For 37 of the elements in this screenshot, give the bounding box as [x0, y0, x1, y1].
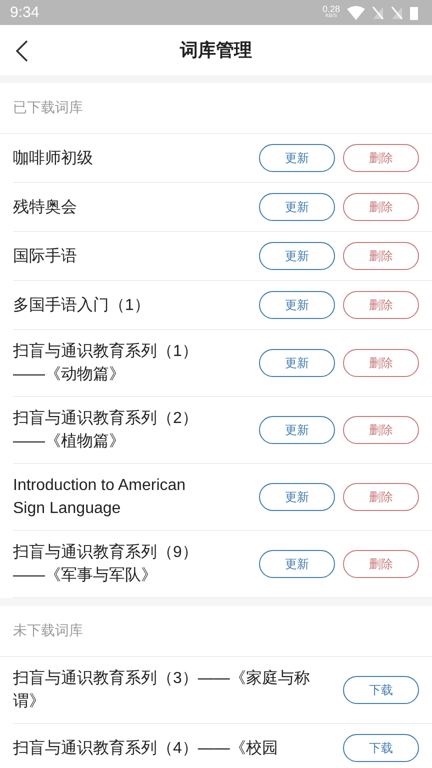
dictionary-name: Introduction to American Sign Language [13, 476, 186, 519]
status-time: 9:34 [10, 4, 40, 21]
update-button[interactable]: 更新 [259, 291, 335, 319]
update-button[interactable]: 更新 [259, 144, 335, 172]
download-button[interactable]: 下载 [343, 676, 419, 704]
delete-button[interactable]: 删除 [343, 550, 419, 578]
dictionary-name: 咖啡师初级 [13, 148, 93, 168]
section-title: 未下载词库 [0, 606, 432, 657]
update-button[interactable]: 更新 [259, 349, 335, 377]
delete-button[interactable]: 删除 [343, 291, 419, 319]
battery-icon [410, 6, 418, 20]
wifi-icon [347, 6, 365, 20]
dictionary-name: 残特奥会 [13, 198, 77, 218]
dictionary-name: 扫盲与通识教育系列（3）——《家庭与称谓》 [13, 668, 311, 712]
network-speed: 0.28 [322, 6, 340, 12]
download-button[interactable]: 下载 [343, 734, 419, 762]
no-signal-icon [372, 6, 384, 20]
no-signal-icon [391, 6, 403, 20]
update-button[interactable]: 更新 [259, 193, 335, 221]
dictionary-name: 扫盲与通识教育系列（2） ——《植物篇》 [13, 408, 198, 452]
section-title: 已下载词库 [0, 83, 432, 134]
delete-button[interactable]: 删除 [343, 242, 419, 270]
dictionary-name: 扫盲与通识教育系列（9） ——《军事与军队》 [13, 542, 198, 586]
update-button[interactable]: 更新 [259, 550, 335, 578]
dictionary-name: 多国手语入门（1） [13, 296, 150, 316]
update-button[interactable]: 更新 [259, 483, 335, 511]
page-title: 词库管理 [180, 39, 252, 62]
dictionary-name: 扫盲与通识教育系列（1） ——《动物篇》 [13, 341, 198, 385]
dictionary-name: 扫盲与通识教育系列（4）——《校园 [13, 738, 278, 758]
dictionary-name: 国际手语 [13, 246, 77, 266]
delete-button[interactable]: 删除 [343, 144, 419, 172]
update-button[interactable]: 更新 [259, 416, 335, 444]
delete-button[interactable]: 删除 [343, 483, 419, 511]
delete-button[interactable]: 删除 [343, 193, 419, 221]
update-button[interactable]: 更新 [259, 242, 335, 270]
delete-button[interactable]: 删除 [343, 349, 419, 377]
delete-button[interactable]: 删除 [343, 416, 419, 444]
